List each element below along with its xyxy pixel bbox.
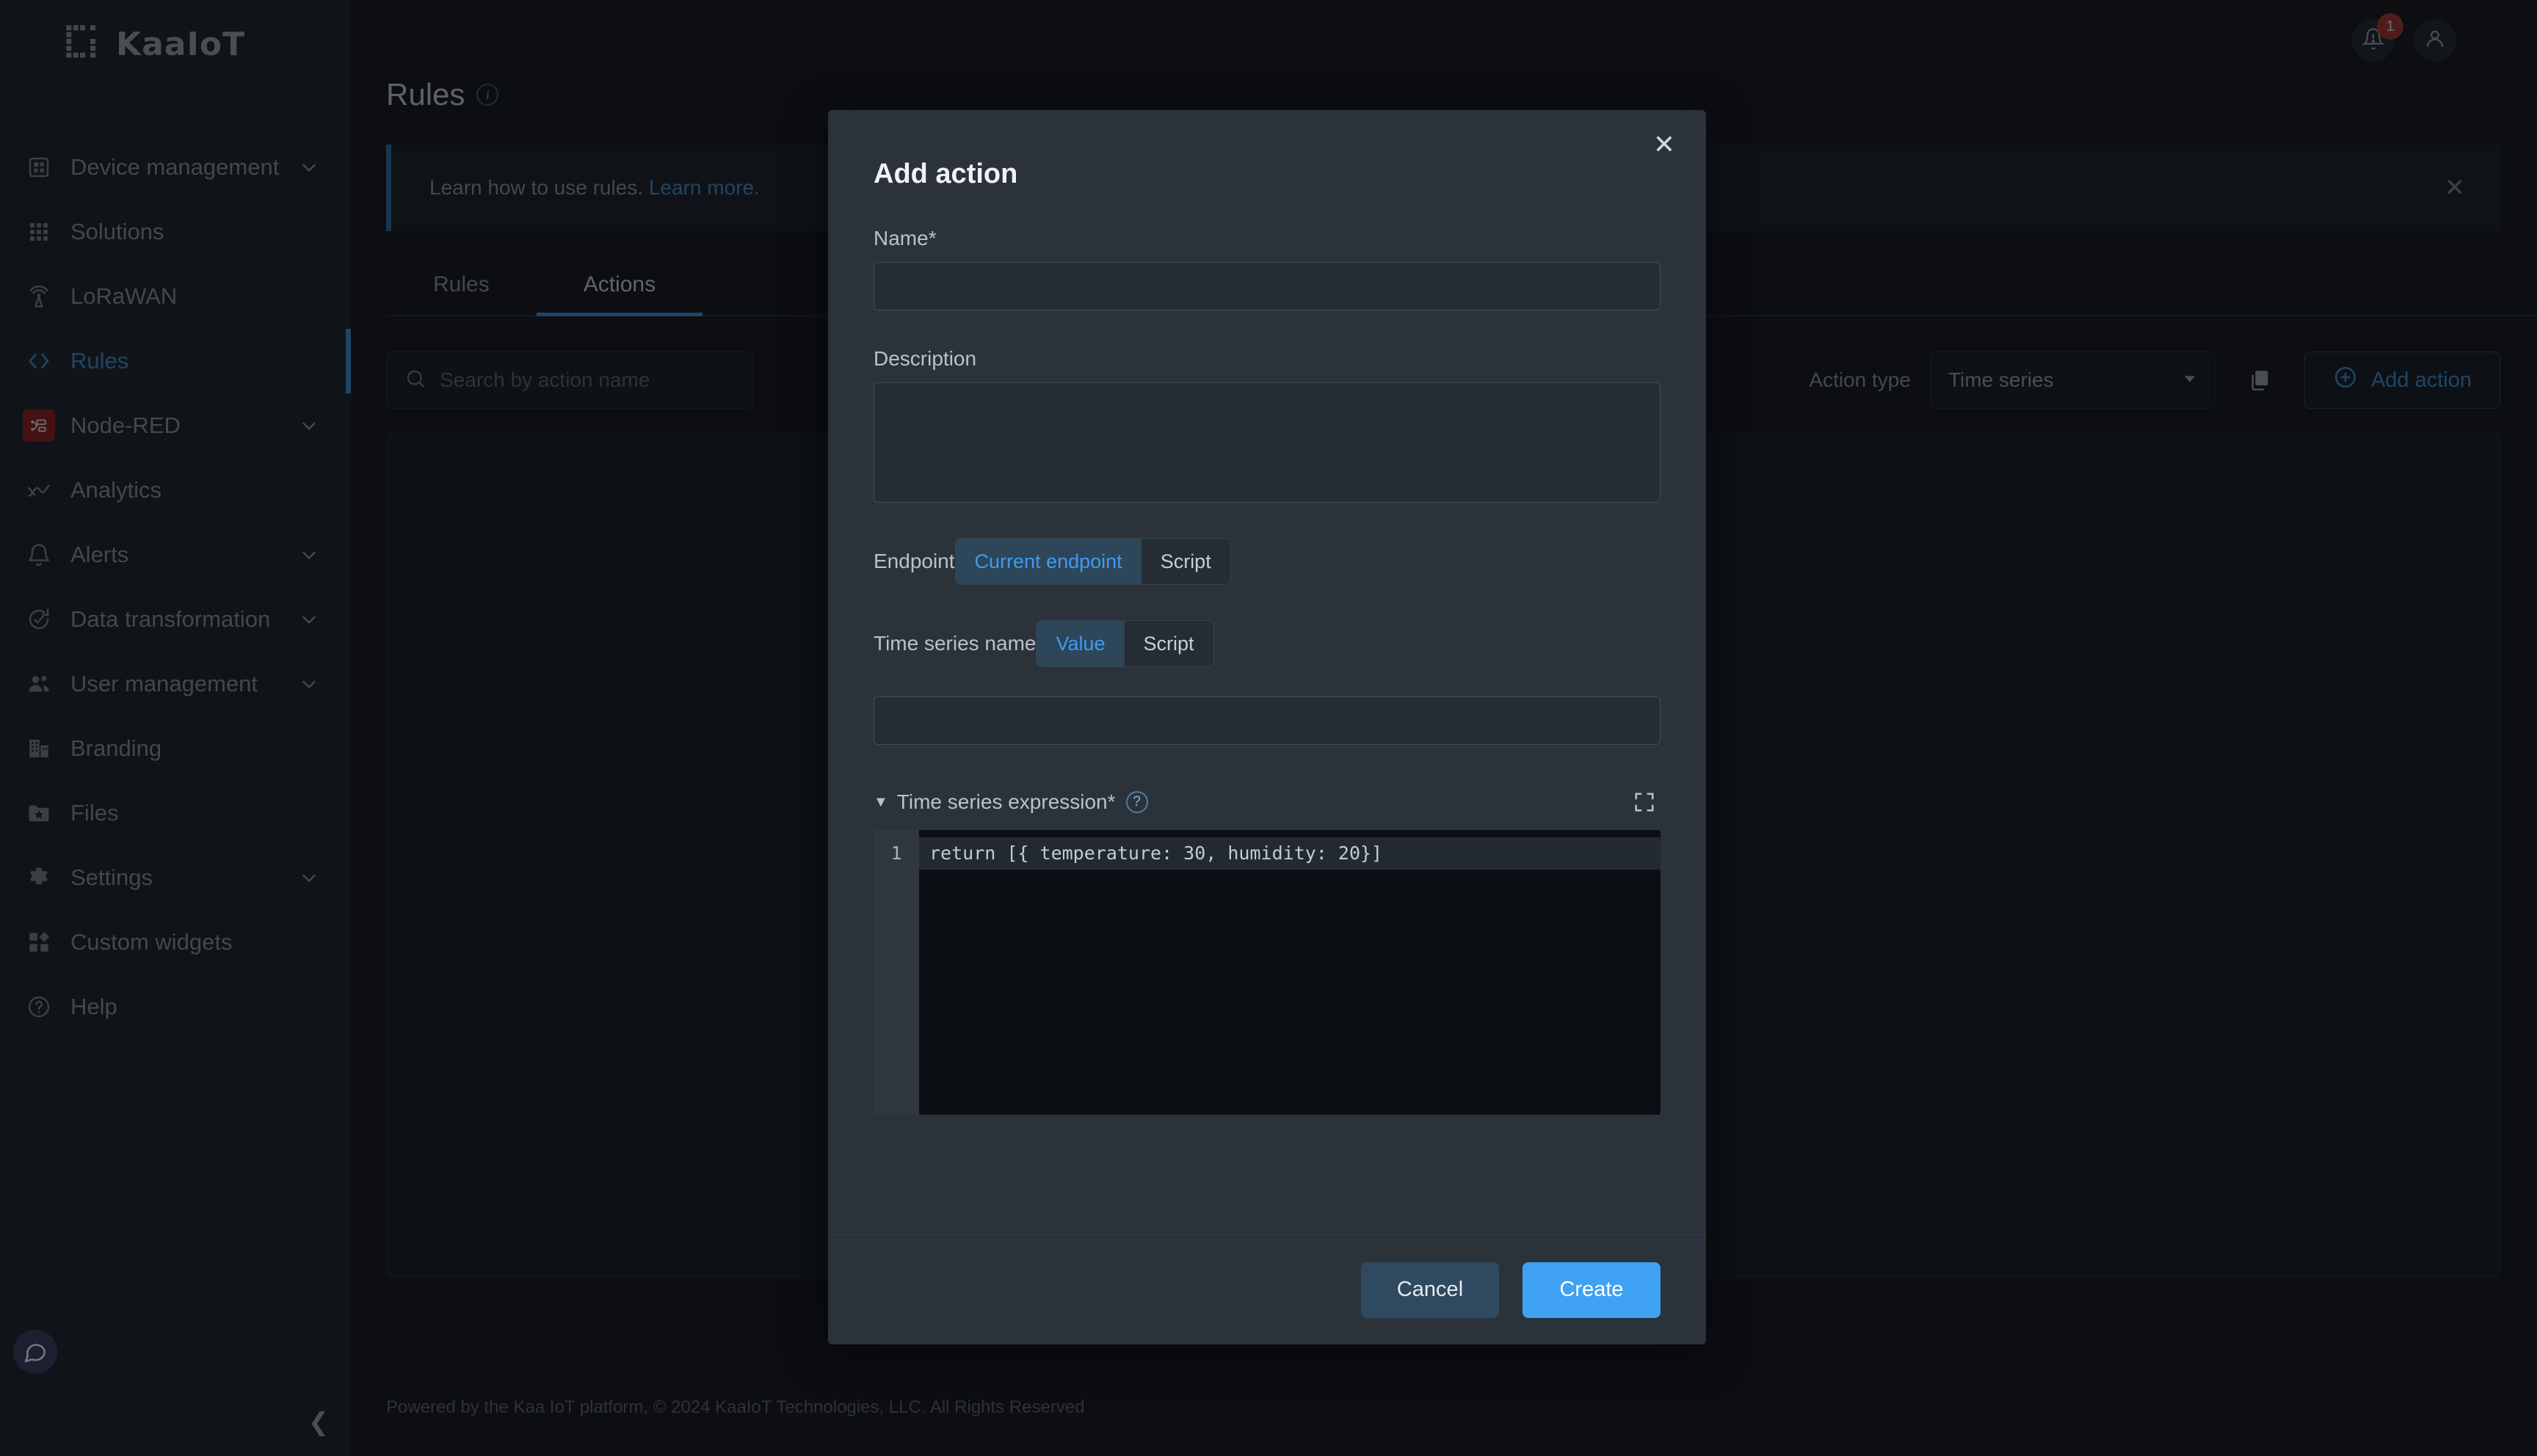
dialog-title: Add action (874, 159, 1018, 189)
cancel-button[interactable]: Cancel (1361, 1262, 1499, 1318)
endpoint-toggle-group: Current endpoint Script (954, 538, 1231, 585)
code-editor[interactable]: 1 return [{ temperature: 30, humidity: 2… (874, 830, 1661, 1115)
endpoint-option-script[interactable]: Script (1142, 539, 1230, 584)
ts-name-row: Time series name Value Script (874, 620, 1661, 667)
dialog-body: Name* Description Endpoint Current endpo… (828, 190, 1706, 1234)
endpoint-row: Endpoint Current endpoint Script (874, 538, 1661, 585)
description-label: Description (874, 347, 977, 370)
add-action-dialog: ✕ Add action Name* Description Endpoint … (828, 110, 1706, 1344)
ts-name-toggle-group: Value Script (1036, 620, 1214, 667)
name-label: Name* (874, 227, 937, 250)
ts-name-label: Time series name (874, 632, 1037, 655)
dialog-footer: Cancel Create (828, 1234, 1706, 1344)
help-icon[interactable]: ? (1125, 791, 1148, 813)
create-button[interactable]: Create (1522, 1262, 1661, 1318)
editor-gutter: 1 (874, 830, 919, 1115)
description-field[interactable] (874, 382, 1661, 503)
expression-label: Time series expression* (896, 790, 1116, 813)
code-line: return [{ temperature: 30, humidity: 20}… (919, 837, 1661, 870)
editor-code-area[interactable]: return [{ temperature: 30, humidity: 20}… (919, 830, 1661, 1115)
ts-name-option-script[interactable]: Script (1125, 621, 1213, 666)
endpoint-label: Endpoint (874, 550, 955, 572)
endpoint-option-current-endpoint[interactable]: Current endpoint (955, 539, 1142, 584)
ts-name-option-value[interactable]: Value (1037, 621, 1125, 666)
name-field[interactable] (874, 262, 1661, 310)
fullscreen-icon[interactable] (1628, 786, 1661, 818)
line-number: 1 (890, 842, 902, 864)
caret-down-icon[interactable]: ▼ (874, 794, 888, 811)
close-icon[interactable]: ✕ (1646, 126, 1683, 163)
ts-name-field[interactable] (874, 696, 1661, 745)
expression-header: ▼ Time series expression* ? (874, 786, 1661, 818)
